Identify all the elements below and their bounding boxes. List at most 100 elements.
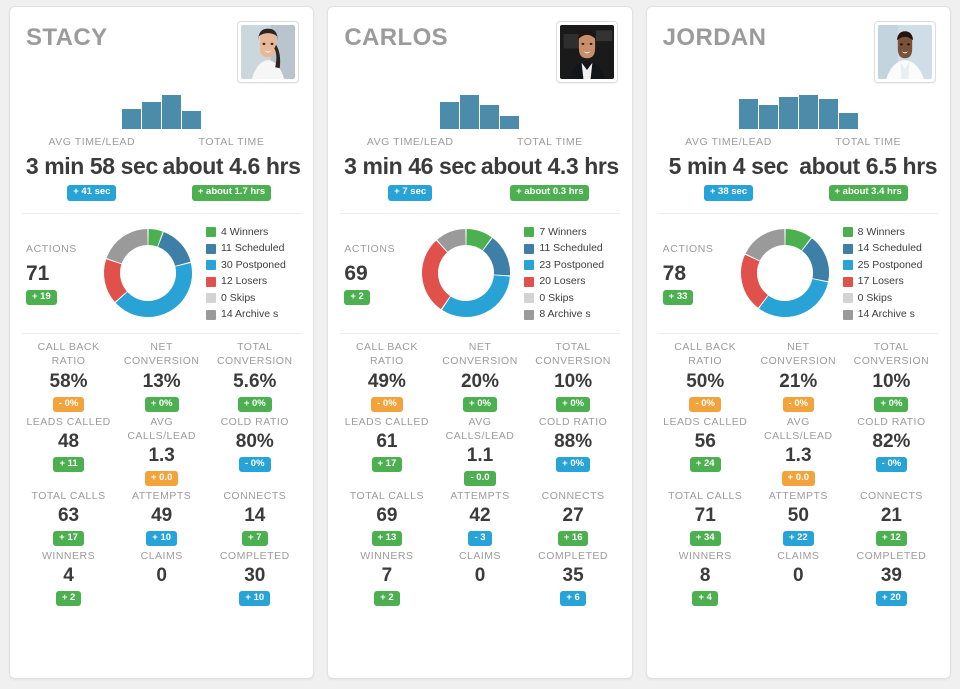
metric-cell-attempts: ATTEMPTS 42 - 3 bbox=[433, 489, 526, 549]
legend-label: 11 Scheduled bbox=[539, 242, 603, 255]
sparkline-bars bbox=[122, 95, 202, 129]
delta-badge: + 41 sec bbox=[67, 185, 117, 201]
delta-badge: + 2 bbox=[55, 590, 82, 607]
metric-value: 63 bbox=[57, 505, 80, 527]
metric-value: 5.6% bbox=[233, 370, 277, 392]
metric-label: TOTAL CALLS bbox=[668, 489, 743, 502]
badge-slot: + 2 bbox=[340, 587, 433, 607]
metric-cell-winners: WINNERS 8 + 4 bbox=[659, 549, 752, 609]
metric-label: WINNERS bbox=[678, 549, 732, 562]
legend-item: 14 Scheduled bbox=[842, 240, 938, 257]
legend-item: 25 Postponed bbox=[842, 257, 938, 274]
metric-value: 10% bbox=[554, 370, 593, 392]
avatar[interactable] bbox=[873, 21, 936, 83]
legend-label: 7 Winners bbox=[539, 225, 587, 238]
delta-badge: + 17 bbox=[53, 530, 84, 547]
delta-badge: - 0% bbox=[689, 396, 721, 413]
legend-swatch bbox=[206, 293, 216, 304]
actions-row: ACTIONS 69 + 2 7 Winners 11 Scheduled 23… bbox=[340, 214, 620, 334]
agent-card: STACY AVG TIME/LEAD 3 min 58 sec + 41 se… bbox=[9, 6, 315, 679]
metric-value: 13% bbox=[142, 370, 181, 392]
delta-badge: + 0% bbox=[144, 396, 179, 413]
badge-slot: + 16 bbox=[527, 527, 620, 547]
sparkline-bar bbox=[500, 116, 520, 129]
legend-swatch bbox=[842, 243, 853, 254]
time-summary-row: AVG TIME/LEAD 5 min 4 sec + 38 sec TOTAL… bbox=[658, 131, 938, 214]
avatar-image bbox=[877, 25, 932, 79]
legend-item: 23 Postponed bbox=[524, 257, 619, 274]
metrics-grid: CALL BACK RATIO 49% - 0% NET CONVERSION … bbox=[340, 334, 619, 678]
legend-item: 20 Losers bbox=[524, 273, 619, 290]
metric-cell-total-calls: TOTAL CALLS 69 + 13 bbox=[340, 489, 433, 549]
metric-value: 48 bbox=[57, 430, 80, 452]
metric-row: CALL BACK RATIO 50% - 0% NET CONVERSION … bbox=[659, 340, 938, 415]
badge-slot: + 10 bbox=[115, 527, 208, 547]
metric-label: LEADS CALLED bbox=[344, 415, 429, 428]
metric-label: LEADS CALLED bbox=[26, 415, 111, 428]
sparkline-bar bbox=[460, 95, 480, 129]
legend-item: 4 Winners bbox=[206, 224, 301, 241]
delta-badge: + 4 bbox=[692, 590, 718, 607]
metric-value: 0 bbox=[793, 565, 804, 587]
metric-cell-connects: CONNECTS 27 + 16 bbox=[527, 489, 620, 549]
legend-swatch bbox=[206, 227, 216, 238]
metric-value: 58% bbox=[49, 370, 88, 392]
metric-cell-completed: COMPLETED 39 + 20 bbox=[845, 549, 938, 609]
legend-swatch bbox=[206, 243, 216, 254]
legend-label: 14 Scheduled bbox=[857, 242, 922, 255]
metric-value: 7 bbox=[381, 565, 393, 587]
metric-label: COMPLETED bbox=[856, 549, 927, 562]
badge-slot: + 13 bbox=[340, 527, 433, 547]
metric-value: 20% bbox=[460, 370, 499, 392]
metric-row: WINNERS 8 + 4 CLAIMS 0 COMPLETED 39 + 20 bbox=[659, 549, 938, 609]
sparkline-bar bbox=[818, 99, 838, 129]
metric-label: LEADS CALLED bbox=[663, 415, 748, 428]
delta-badge: + 0% bbox=[237, 396, 272, 413]
legend-label: 23 Postponed bbox=[539, 258, 605, 271]
metric-value: 3 min 46 sec bbox=[344, 153, 477, 180]
delta-badge: + 38 sec bbox=[703, 185, 754, 201]
metric-label: TOTAL CONVERSION bbox=[535, 340, 611, 368]
metric-value: 56 bbox=[694, 430, 716, 452]
metric-label: AVG TIME/LEAD bbox=[48, 136, 136, 148]
delta-badge: - 3 bbox=[468, 530, 492, 547]
legend-label: 17 Losers bbox=[857, 275, 904, 288]
delta-badge: + 0% bbox=[463, 396, 497, 413]
badge-slot: - 3 bbox=[433, 527, 526, 547]
badge-slot: + 0% bbox=[433, 393, 526, 413]
sparkline-bar bbox=[798, 95, 818, 129]
metric-value: about 4.6 hrs bbox=[162, 153, 301, 180]
badge-slot: + 0.0 bbox=[115, 467, 208, 487]
badge-slot: + 0.0 bbox=[752, 467, 845, 487]
legend-item: 11 Scheduled bbox=[524, 240, 619, 257]
legend-label: 0 Skips bbox=[539, 291, 574, 304]
metric-label: COLD RATIO bbox=[857, 415, 926, 428]
agent-card: CARLOS AVG TIME/LEAD 3 min 46 sec + 7 se… bbox=[327, 6, 633, 679]
delta-badge: + 2 bbox=[374, 590, 400, 607]
sparkline-bars bbox=[440, 95, 520, 129]
metric-label: TOTAL CALLS bbox=[31, 489, 106, 502]
donut-legend: 8 Winners 14 Scheduled 25 Postponed 17 L… bbox=[837, 224, 938, 323]
delta-badge: + 0% bbox=[556, 396, 591, 413]
legend-label: 8 Archive s bbox=[539, 308, 591, 321]
sparkline-bar bbox=[182, 111, 202, 129]
metrics-grid: CALL BACK RATIO 50% - 0% NET CONVERSION … bbox=[659, 334, 938, 678]
delta-badge: + 33 bbox=[662, 289, 694, 306]
avatar[interactable] bbox=[237, 21, 300, 83]
metric-label: CONNECTS bbox=[541, 489, 605, 502]
metric-cell-avg-calls-lead: AVG CALLS/LEAD 1.3 + 0.0 bbox=[752, 415, 845, 489]
agent-cards-board: STACY AVG TIME/LEAD 3 min 58 sec + 41 se… bbox=[0, 0, 960, 689]
metric-value: 21 bbox=[880, 505, 902, 527]
agent-name: CARLOS bbox=[344, 24, 449, 51]
avatar[interactable] bbox=[555, 21, 618, 83]
metric-label: ATTEMPTS bbox=[132, 489, 192, 502]
metric-cell-cold-ratio: COLD RATIO 82% - 0% bbox=[845, 415, 938, 489]
metric-cell-net-conversion: NET CONVERSION 13% + 0% bbox=[115, 340, 208, 415]
agent-name: JORDAN bbox=[662, 24, 767, 51]
badge-slot: + 6 bbox=[527, 587, 620, 607]
metric-label: CONNECTS bbox=[223, 489, 287, 502]
metric-value: 88% bbox=[554, 430, 593, 452]
delta-badge-empty bbox=[474, 593, 486, 598]
metric-value: 69 bbox=[376, 505, 398, 527]
metric-cell-call-back-ratio: CALL BACK RATIO 58% - 0% bbox=[22, 340, 115, 415]
